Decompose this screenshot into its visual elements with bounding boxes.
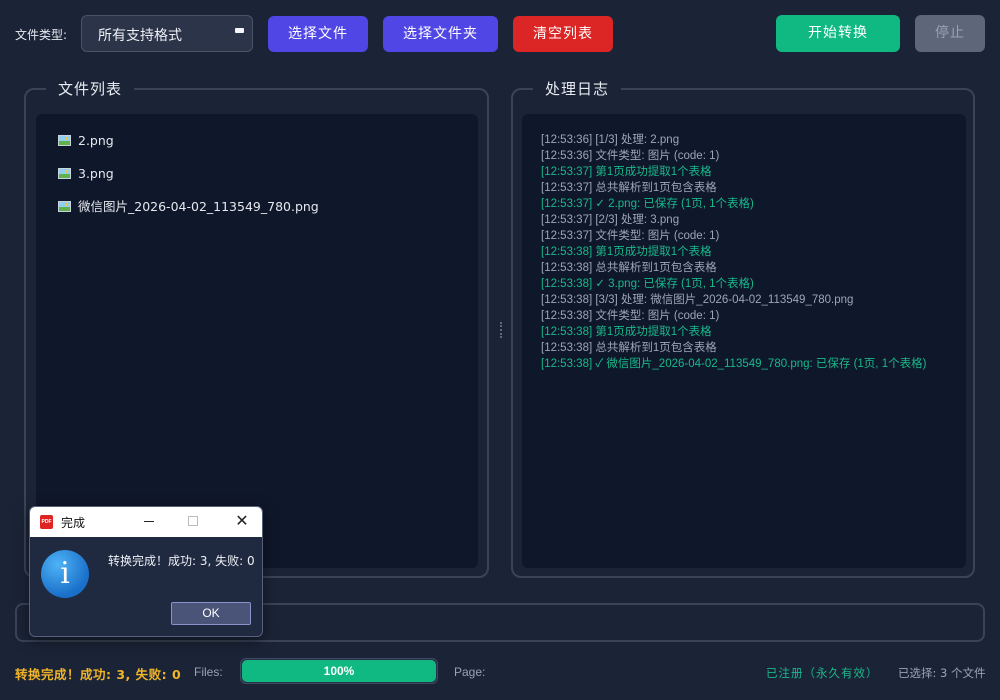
selected-count: 已选择: 3 个文件 bbox=[898, 666, 986, 680]
log-title: 处理日志 bbox=[533, 78, 622, 99]
completion-dialog: PDF 完成 ✕ i 转换完成！成功: 3, 失败: 0 OK bbox=[29, 506, 263, 637]
log-line: [12:53:38] 第1页成功提取1个表格 bbox=[541, 246, 712, 258]
log-line: [12:53:37] 总共解析到1页包含表格 bbox=[541, 182, 717, 194]
registration-status: 已注册（永久有效） bbox=[766, 666, 879, 680]
file-name: 微信图片_2026-04-02_113549_780.png bbox=[78, 199, 319, 214]
dropdown-caret-icon bbox=[235, 28, 244, 33]
splitter-handle[interactable] bbox=[500, 322, 502, 338]
pdf-app-icon: PDF bbox=[40, 515, 53, 529]
close-icon[interactable]: ✕ bbox=[232, 511, 252, 531]
file-name: 3.png bbox=[78, 166, 114, 181]
image-file-icon bbox=[58, 201, 71, 212]
status-message: 转换完成！成功: 3, 失败: 0 bbox=[15, 667, 182, 682]
select-folder-button[interactable]: 选择文件夹 bbox=[383, 16, 498, 52]
files-progress-bar: 100% bbox=[240, 658, 438, 684]
file-list-item[interactable]: 3.png bbox=[58, 164, 114, 184]
progress-text: 100% bbox=[323, 664, 355, 678]
maximize-icon bbox=[188, 516, 198, 526]
start-convert-button[interactable]: 开始转换 bbox=[776, 15, 900, 52]
log-lines: [12:53:36] [1/3] 处理: 2.png [12:53:36] 文件类… bbox=[541, 132, 951, 372]
toolbar: 文件类型: 所有支持格式 选择文件 选择文件夹 清空列表 开始转换 停止 bbox=[0, 0, 1000, 68]
ok-button[interactable]: OK bbox=[171, 602, 251, 625]
file-list-item[interactable]: 2.png bbox=[58, 131, 114, 151]
image-file-icon bbox=[58, 135, 71, 146]
log-line: [12:53:37] ✓ 2.png: 已保存 (1页, 1个表格) bbox=[541, 198, 754, 210]
log-group: 处理日志 [12:53:36] [1/3] 处理: 2.png [12:53:36… bbox=[511, 78, 975, 578]
file-list-group: 文件列表 2.png 3.png 微信图片_2026-04-02_113549_… bbox=[24, 78, 489, 578]
log-line: [12:53:38] 总共解析到1页包含表格 bbox=[541, 262, 717, 274]
log-line: [12:53:38] 总共解析到1页包含表格 bbox=[541, 342, 717, 354]
file-name: 2.png bbox=[78, 133, 114, 148]
status-bar: 转换完成！成功: 3, 失败: 0 Files: 100% Page: 已注册（… bbox=[0, 650, 1000, 700]
log-line: [12:53:36] 文件类型: 图片 (code: 1) bbox=[541, 150, 720, 162]
dialog-title: 完成 bbox=[61, 516, 86, 530]
file-list-item[interactable]: 微信图片_2026-04-02_113549_780.png bbox=[58, 197, 319, 217]
stop-button[interactable]: 停止 bbox=[915, 15, 985, 52]
file-list-title: 文件列表 bbox=[46, 78, 135, 99]
log-line: [12:53:38] 第1页成功提取1个表格 bbox=[541, 326, 712, 338]
dialog-message: 转换完成！成功: 3, 失败: 0 bbox=[108, 554, 255, 568]
log-line: [12:53:38] ✓ 微信图片_2026-04-02_113549_780.… bbox=[541, 358, 927, 370]
log-panel[interactable]: [12:53:36] [1/3] 处理: 2.png [12:53:36] 文件类… bbox=[522, 114, 966, 568]
file-type-select[interactable]: 所有支持格式 bbox=[81, 15, 253, 52]
page-label: Page: bbox=[454, 665, 486, 679]
log-line: [12:53:38] ✓ 3.png: 已保存 (1页, 1个表格) bbox=[541, 278, 754, 290]
log-line: [12:53:37] [2/3] 处理: 3.png bbox=[541, 214, 680, 226]
select-files-button[interactable]: 选择文件 bbox=[268, 16, 368, 52]
log-line: [12:53:37] 第1页成功提取1个表格 bbox=[541, 166, 712, 178]
dialog-titlebar: PDF 完成 ✕ bbox=[30, 507, 262, 537]
file-type-label: 文件类型: bbox=[15, 28, 68, 42]
file-type-value: 所有支持格式 bbox=[98, 28, 182, 44]
log-line: [12:53:37] 文件类型: 图片 (code: 1) bbox=[541, 230, 720, 242]
log-line: [12:53:36] [1/3] 处理: 2.png bbox=[541, 134, 680, 146]
file-list[interactable]: 2.png 3.png 微信图片_2026-04-02_113549_780.p… bbox=[36, 114, 478, 568]
image-file-icon bbox=[58, 168, 71, 179]
files-label: Files: bbox=[194, 665, 223, 679]
log-line: [12:53:38] 文件类型: 图片 (code: 1) bbox=[541, 310, 720, 322]
info-icon: i bbox=[41, 550, 89, 598]
log-line: [12:53:38] [3/3] 处理: 微信图片_2026-04-02_113… bbox=[541, 294, 854, 306]
clear-list-button[interactable]: 清空列表 bbox=[513, 16, 613, 52]
minimize-icon[interactable] bbox=[142, 513, 158, 529]
